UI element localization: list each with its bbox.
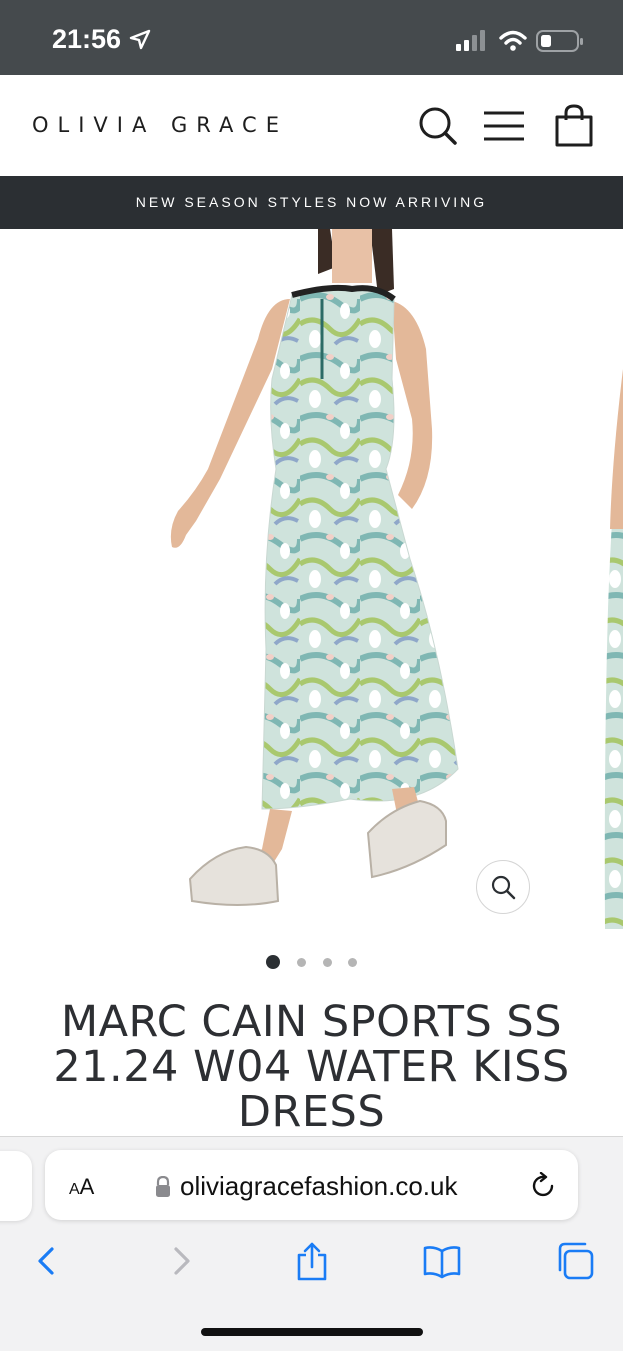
gallery-pagination bbox=[265, 954, 365, 970]
site-header: OLIVIA GRACE bbox=[0, 75, 623, 176]
share-icon[interactable] bbox=[292, 1241, 332, 1281]
menu-icon[interactable] bbox=[482, 104, 526, 148]
announcement-banner[interactable]: NEW SEASON STYLES NOW ARRIVING bbox=[0, 176, 623, 229]
tabs-icon[interactable] bbox=[555, 1241, 595, 1281]
status-bar: 21:56 bbox=[0, 0, 623, 75]
previous-tab-preview[interactable] bbox=[0, 1151, 32, 1221]
url-text[interactable]: oliviagracefashion.co.uk bbox=[180, 1171, 458, 1202]
home-indicator[interactable] bbox=[201, 1328, 423, 1336]
zoom-button[interactable] bbox=[476, 860, 530, 914]
address-bar[interactable]: AA oliviagracefashion.co.uk bbox=[45, 1150, 578, 1220]
product-title: MARC CAIN SPORTS SS 21.24 W04 WATER KISS… bbox=[53, 997, 570, 1137]
wifi-icon bbox=[499, 30, 527, 57]
status-time: 21:56 bbox=[52, 24, 122, 54]
cellular-signal-icon bbox=[456, 30, 490, 57]
search-icon[interactable] bbox=[416, 104, 460, 148]
browser-toolbar: AA oliviagracefashion.co.uk bbox=[0, 1136, 623, 1351]
gallery-dot-3[interactable] bbox=[323, 958, 332, 967]
shopping-bag-icon[interactable] bbox=[552, 104, 596, 148]
battery-icon bbox=[536, 29, 584, 58]
back-chevron-icon[interactable] bbox=[28, 1241, 68, 1281]
gallery-dot-1[interactable] bbox=[266, 955, 280, 969]
product-image[interactable] bbox=[0, 229, 623, 932]
lock-icon bbox=[155, 1175, 171, 1203]
store-logo[interactable]: OLIVIA GRACE bbox=[32, 113, 288, 137]
reload-icon[interactable] bbox=[531, 1171, 557, 1205]
gallery-dot-4[interactable] bbox=[348, 958, 357, 967]
bookmarks-icon[interactable] bbox=[422, 1241, 462, 1281]
forward-chevron-icon[interactable] bbox=[162, 1241, 202, 1281]
text-size-button[interactable]: AA bbox=[69, 1174, 94, 1200]
gallery-dot-2[interactable] bbox=[297, 958, 306, 967]
zoom-magnifier-icon bbox=[491, 875, 516, 900]
location-arrow-icon bbox=[129, 29, 151, 56]
